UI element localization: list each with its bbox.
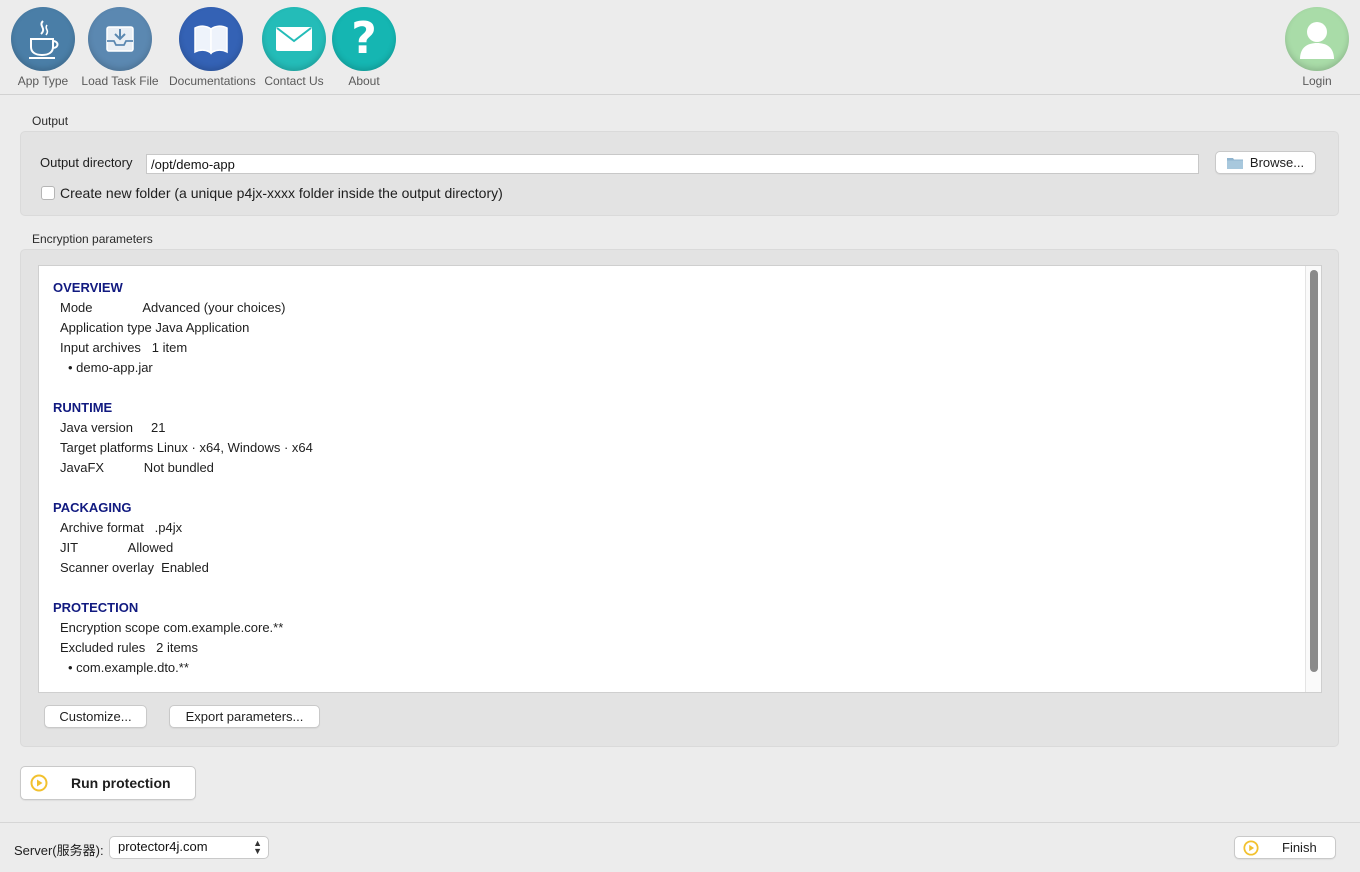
export-parameters-button[interactable]: Export parameters... xyxy=(169,705,320,728)
server-select[interactable]: protector4j.com ▲ ▼ xyxy=(109,836,269,859)
overview-bullet: • demo-app.jar xyxy=(68,360,153,375)
toolbar-item-label: Documentations xyxy=(169,74,256,88)
protection-line: Encryption scope com.example.core.** xyxy=(60,620,284,635)
toolbar: App Type Load Task File Documentations C… xyxy=(0,0,1360,95)
toolbar-item-label: Login xyxy=(1302,74,1332,88)
create-new-folder-label: Create new folder (a unique p4jx-xxxx fo… xyxy=(60,185,503,201)
run-protection-button[interactable]: Run protection xyxy=(20,766,196,800)
toolbar-about[interactable]: ? About xyxy=(332,7,396,88)
toolbar-documentations[interactable]: Documentations xyxy=(169,7,256,88)
browse-button[interactable]: Browse... xyxy=(1215,151,1316,174)
server-label: Server(服务器): xyxy=(14,843,104,858)
toolbar-login[interactable]: Login xyxy=(1285,7,1349,88)
runtime-line: JavaFX Not bundled xyxy=(60,460,214,475)
question-mark-icon: ? xyxy=(332,7,396,71)
customize-button[interactable]: Customize... xyxy=(44,705,147,728)
encryption-section-title: Encryption parameters xyxy=(32,232,153,246)
encryption-parameters-text[interactable]: OVERVIEW Mode Advanced (your choices) Ap… xyxy=(38,265,1322,693)
packaging-line: JIT Allowed xyxy=(60,540,174,555)
protection-heading: PROTECTION xyxy=(53,600,139,615)
toolbar-contact-us[interactable]: Contact Us xyxy=(262,7,326,88)
packaging-line: Scanner overlay Enabled xyxy=(60,560,209,575)
params-scrollbar-thumb[interactable] xyxy=(1310,270,1318,672)
inbox-download-icon xyxy=(88,7,152,71)
packaging-line: Archive format .p4jx xyxy=(60,520,183,535)
toolbar-load-task-file[interactable]: Load Task File xyxy=(81,7,159,88)
updown-chevron-icon: ▲ ▼ xyxy=(253,838,262,856)
protection-bullet: • com.example.dto.** xyxy=(68,660,189,675)
play-icon xyxy=(30,774,48,792)
finish-button[interactable]: Finish xyxy=(1234,836,1336,859)
user-avatar-icon xyxy=(1285,7,1349,71)
overview-line: Mode Advanced (your choices) xyxy=(60,300,286,315)
bottom-bar: Server(服务器): protector4j.com ▲ ▼ Finish xyxy=(0,822,1360,872)
protection-line: Excluded rules 2 items xyxy=(60,640,199,655)
output-group: Output directory /opt/demo-app Browse...… xyxy=(20,131,1339,216)
play-icon xyxy=(1243,839,1259,856)
run-protection-label: Run protection xyxy=(71,775,171,791)
toolbar-item-label: App Type xyxy=(17,74,69,88)
toolbar-item-label: Contact Us xyxy=(264,74,324,88)
customize-button-label: Customize... xyxy=(59,709,132,724)
overview-heading: OVERVIEW xyxy=(53,280,123,295)
overview-line: Input archives 1 item xyxy=(60,340,188,355)
create-new-folder-checkbox[interactable] xyxy=(41,186,55,200)
envelope-icon xyxy=(262,7,326,71)
runtime-line: Java version 21 xyxy=(60,420,166,435)
output-section-title: Output xyxy=(32,114,69,128)
server-select-value: protector4j.com xyxy=(118,839,208,854)
toolbar-item-label: About xyxy=(348,74,380,88)
runtime-heading: RUNTIME xyxy=(53,400,113,415)
toolbar-app-type[interactable]: App Type xyxy=(11,7,75,88)
open-book-icon xyxy=(179,7,243,71)
finish-button-label: Finish xyxy=(1282,840,1317,855)
browse-button-label: Browse... xyxy=(1249,155,1305,170)
java-cup-icon xyxy=(11,7,75,71)
runtime-line: Target platforms Linux · x64, Windows · … xyxy=(60,440,313,455)
export-parameters-button-label: Export parameters... xyxy=(185,709,304,724)
folder-icon xyxy=(1226,158,1243,169)
params-scrollbar[interactable] xyxy=(1305,266,1321,692)
overview-line: Application type Java Application xyxy=(60,320,250,335)
packaging-heading: PACKAGING xyxy=(53,500,132,515)
toolbar-item-label: Load Task File xyxy=(81,74,159,88)
output-directory-input[interactable]: /opt/demo-app xyxy=(146,154,1199,174)
output-directory-label: Output directory xyxy=(40,155,133,170)
